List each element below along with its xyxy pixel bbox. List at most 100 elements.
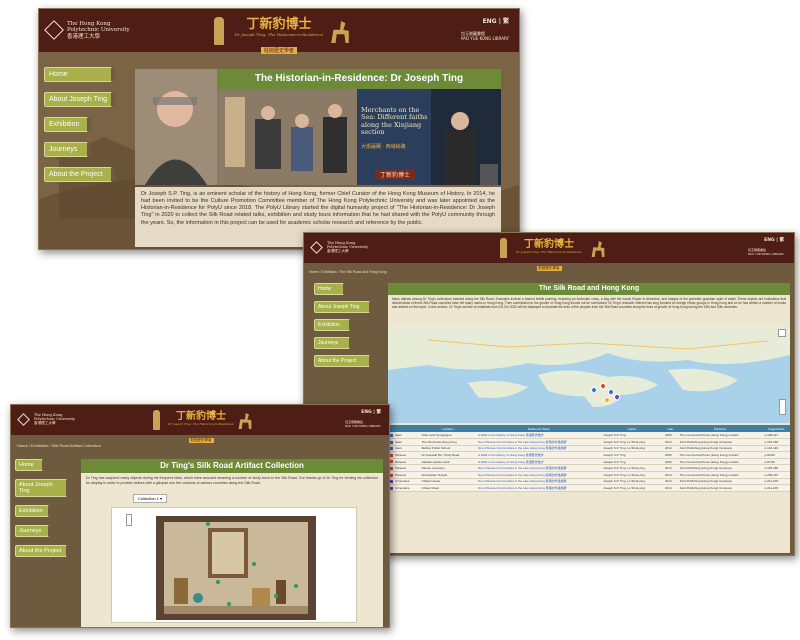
column-header[interactable]: Year	[662, 425, 678, 432]
polyu-emblem-icon	[310, 240, 323, 254]
table-cell: Ohel Leah Synagogue	[419, 432, 477, 440]
zoom-control[interactable]	[779, 399, 786, 415]
column-header[interactable]: Publisher	[677, 425, 763, 432]
lang-en-link[interactable]: ENG	[361, 410, 372, 415]
site-header: The Hong Kong Polytechnic University 香港理…	[11, 405, 389, 443]
breadcrumb[interactable]: Home / Exhibition / Silk Road Artifact C…	[17, 443, 101, 448]
nav-journeys[interactable]: Journeys	[44, 142, 91, 157]
reference-book-link[interactable]: Non-Chinese Communities in the Late Hong…	[476, 484, 602, 492]
table-cell: 2014	[662, 484, 678, 492]
library-logo[interactable]: 包玉剛圖書館 PAO YUE-KONG LIBRARY	[461, 31, 509, 42]
table-row[interactable]: Parsees Dr Kotewall Rd. Trinity Road A Wal…	[388, 451, 790, 459]
reference-book-link[interactable]: Non-Chinese Communities in the Late Hong…	[476, 464, 602, 473]
table-row[interactable]: Jews The Peninsula Hong Kong Non-Chinese C…	[388, 438, 790, 446]
nav-about-project[interactable]: About the Project	[15, 545, 70, 557]
nav-about[interactable]: About Joseph Ting	[44, 92, 115, 107]
lang-zh-link[interactable]: 繁	[780, 238, 785, 243]
polyu-logo[interactable]: The Hong Kong Polytechnic University 香港理…	[17, 412, 75, 426]
project-brand[interactable]: 丁新豹博士 Dr Joseph Ting: The Historian-in-R…	[494, 235, 604, 273]
hotspot-icon[interactable]	[252, 562, 256, 566]
reference-book-link[interactable]: Non-Chinese Communities in the Late Hong…	[476, 478, 602, 486]
brand-title-zh: 丁新豹博士	[176, 411, 226, 422]
lang-en-link[interactable]: ENG	[483, 18, 497, 25]
site-header: The Hong Kong Polytechnic University 香港理…	[304, 233, 794, 271]
nav-journeys-label: Journeys	[19, 528, 42, 534]
table-cell: Dr Kotewall Rd. Trinity Road	[419, 451, 477, 459]
group-label: Armenians	[395, 479, 410, 484]
lang-zh-link[interactable]: 繁	[503, 18, 509, 25]
table-row[interactable]: Armenians Chater House Non-Chinese Communi…	[388, 478, 790, 486]
table-cell: Jews	[388, 438, 420, 446]
library-logo[interactable]: 包玉剛圖書館 PAO YUE-KONG LIBRARY	[345, 420, 381, 428]
nav-journeys[interactable]: Journeys	[314, 337, 353, 349]
table-cell: Joint Publishing (Hong Kong) Company	[677, 484, 763, 492]
reference-book-link[interactable]: A Walk in the History of Hong Kong 香港歷史散…	[476, 458, 602, 466]
polyu-emblem-icon	[44, 20, 64, 41]
nav-exhibition[interactable]: Exhibition	[44, 117, 91, 132]
group-label: Jews	[395, 446, 402, 451]
language-switch: ENG | 繁	[764, 238, 785, 243]
hotspot-icon[interactable]	[274, 594, 278, 598]
collection-dropdown[interactable]: Collection 1 ▾	[133, 494, 168, 503]
column-header[interactable]: Reference Book	[476, 425, 602, 432]
table-row[interactable]: Jews Belilios Public School Non-Chinese Co…	[388, 445, 790, 453]
photo-caption: 丁新豹博士	[375, 169, 416, 180]
reference-book-link[interactable]: A Walk in the History of Hong Kong 香港歷史散…	[476, 451, 602, 459]
table-row[interactable]: Armenians Chater Road Non-Chinese Communit…	[388, 484, 790, 492]
sidebar-nav: Home About Joseph Ting Exhibition Journe…	[314, 283, 373, 367]
table-cell: Armenians	[388, 484, 420, 492]
artifact-viewer[interactable]	[111, 507, 357, 623]
nav-about[interactable]: About Joseph Ting	[314, 301, 373, 313]
hotspot-icon[interactable]	[227, 602, 231, 606]
nav-about-project-label: About the Project	[318, 358, 357, 364]
nav-about[interactable]: About Joseph Ting	[15, 479, 70, 497]
table-cell: Parsees	[388, 458, 420, 466]
hotspot-icon[interactable]	[206, 522, 210, 526]
nav-home[interactable]: Home	[44, 67, 115, 82]
site-header: The Hong Kong Polytechnic University 香港理…	[39, 9, 519, 54]
group-label: Parsees	[395, 466, 407, 471]
table-cell: 2005	[662, 458, 678, 466]
polyu-logo[interactable]: The Hong Kong Polytechnic University 香港理…	[310, 240, 368, 254]
nav-about-project[interactable]: About the Project	[314, 355, 373, 367]
nav-exhibition[interactable]: Exhibition	[314, 319, 353, 331]
table-row[interactable]: Jews Ohel Leah Synagogue A Walk in the His…	[388, 432, 790, 440]
hotspot-icon[interactable]	[294, 584, 298, 588]
nav-home[interactable]: Home	[314, 283, 347, 295]
nav-journeys[interactable]: Journeys	[15, 525, 52, 537]
column-header[interactable]	[388, 425, 420, 432]
table-row[interactable]: Parsees Harilela Garden Club A Walk in the…	[388, 458, 790, 466]
breadcrumb[interactable]: Home / Exhibition / The Silk Road and Ho…	[309, 270, 387, 274]
nav-exhibition-label: Exhibition	[318, 322, 340, 328]
polyu-emblem-icon	[17, 412, 30, 426]
reference-book-link[interactable]: A Walk in the History of Hong Kong 香港歷史散…	[476, 432, 602, 440]
nav-home[interactable]: Home	[15, 459, 46, 471]
figurine-left-icon	[214, 17, 224, 45]
historian-photo-collage	[135, 69, 501, 185]
lang-en-link[interactable]: ENG	[764, 238, 775, 243]
column-header[interactable]: Author	[601, 425, 663, 432]
table-row[interactable]: Parsees Zoroastrian Temple Non-Chinese Com…	[388, 471, 790, 479]
lang-zh-link[interactable]: 繁	[377, 410, 382, 415]
hotspot-icon[interactable]	[216, 580, 220, 584]
table-cell: p.108-113	[762, 432, 790, 440]
project-brand[interactable]: 丁新豹博士 Dr Joseph Ting: The Historian-in-R…	[209, 13, 349, 56]
sidebar-nav: Home About Joseph Ting Exhibition Journe…	[15, 459, 70, 557]
library-logo[interactable]: 包玉剛圖書館 PAO YUE-KONG LIBRARY	[748, 248, 784, 256]
table-row[interactable]: Parsees Parsee Cemetery Non-Chinese Commun…	[388, 464, 790, 473]
fullscreen-icon[interactable]	[778, 329, 786, 337]
language-switch: ENG | 繁	[361, 410, 382, 415]
reference-book-link[interactable]: Non-Chinese Communities in the Late Hong…	[476, 471, 602, 479]
column-header[interactable]: Location	[419, 425, 477, 432]
table-cell: Joint Publishing (Hong Kong) Company	[677, 445, 763, 453]
project-brand[interactable]: 丁新豹博士 Dr Joseph Ting: The Historian-in-R…	[149, 407, 253, 445]
polyu-logo[interactable]: The Hong Kong Polytechnic University 香港理…	[44, 20, 130, 41]
nav-about-project[interactable]: About the Project	[44, 167, 115, 182]
hong-kong-map[interactable]	[388, 325, 790, 423]
nav-exhibition[interactable]: Exhibition	[15, 505, 52, 517]
nav-home-label: Home	[49, 71, 68, 78]
column-header[interactable]: Page/Article	[762, 425, 790, 432]
reference-book-link[interactable]: Non-Chinese Communities in the Late Hong…	[476, 445, 602, 453]
reference-book-link[interactable]: Non-Chinese Communities in the Late Hong…	[476, 438, 602, 446]
brand-title-en: Dr Joseph Ting: The Historian-in-Residen…	[234, 32, 324, 37]
